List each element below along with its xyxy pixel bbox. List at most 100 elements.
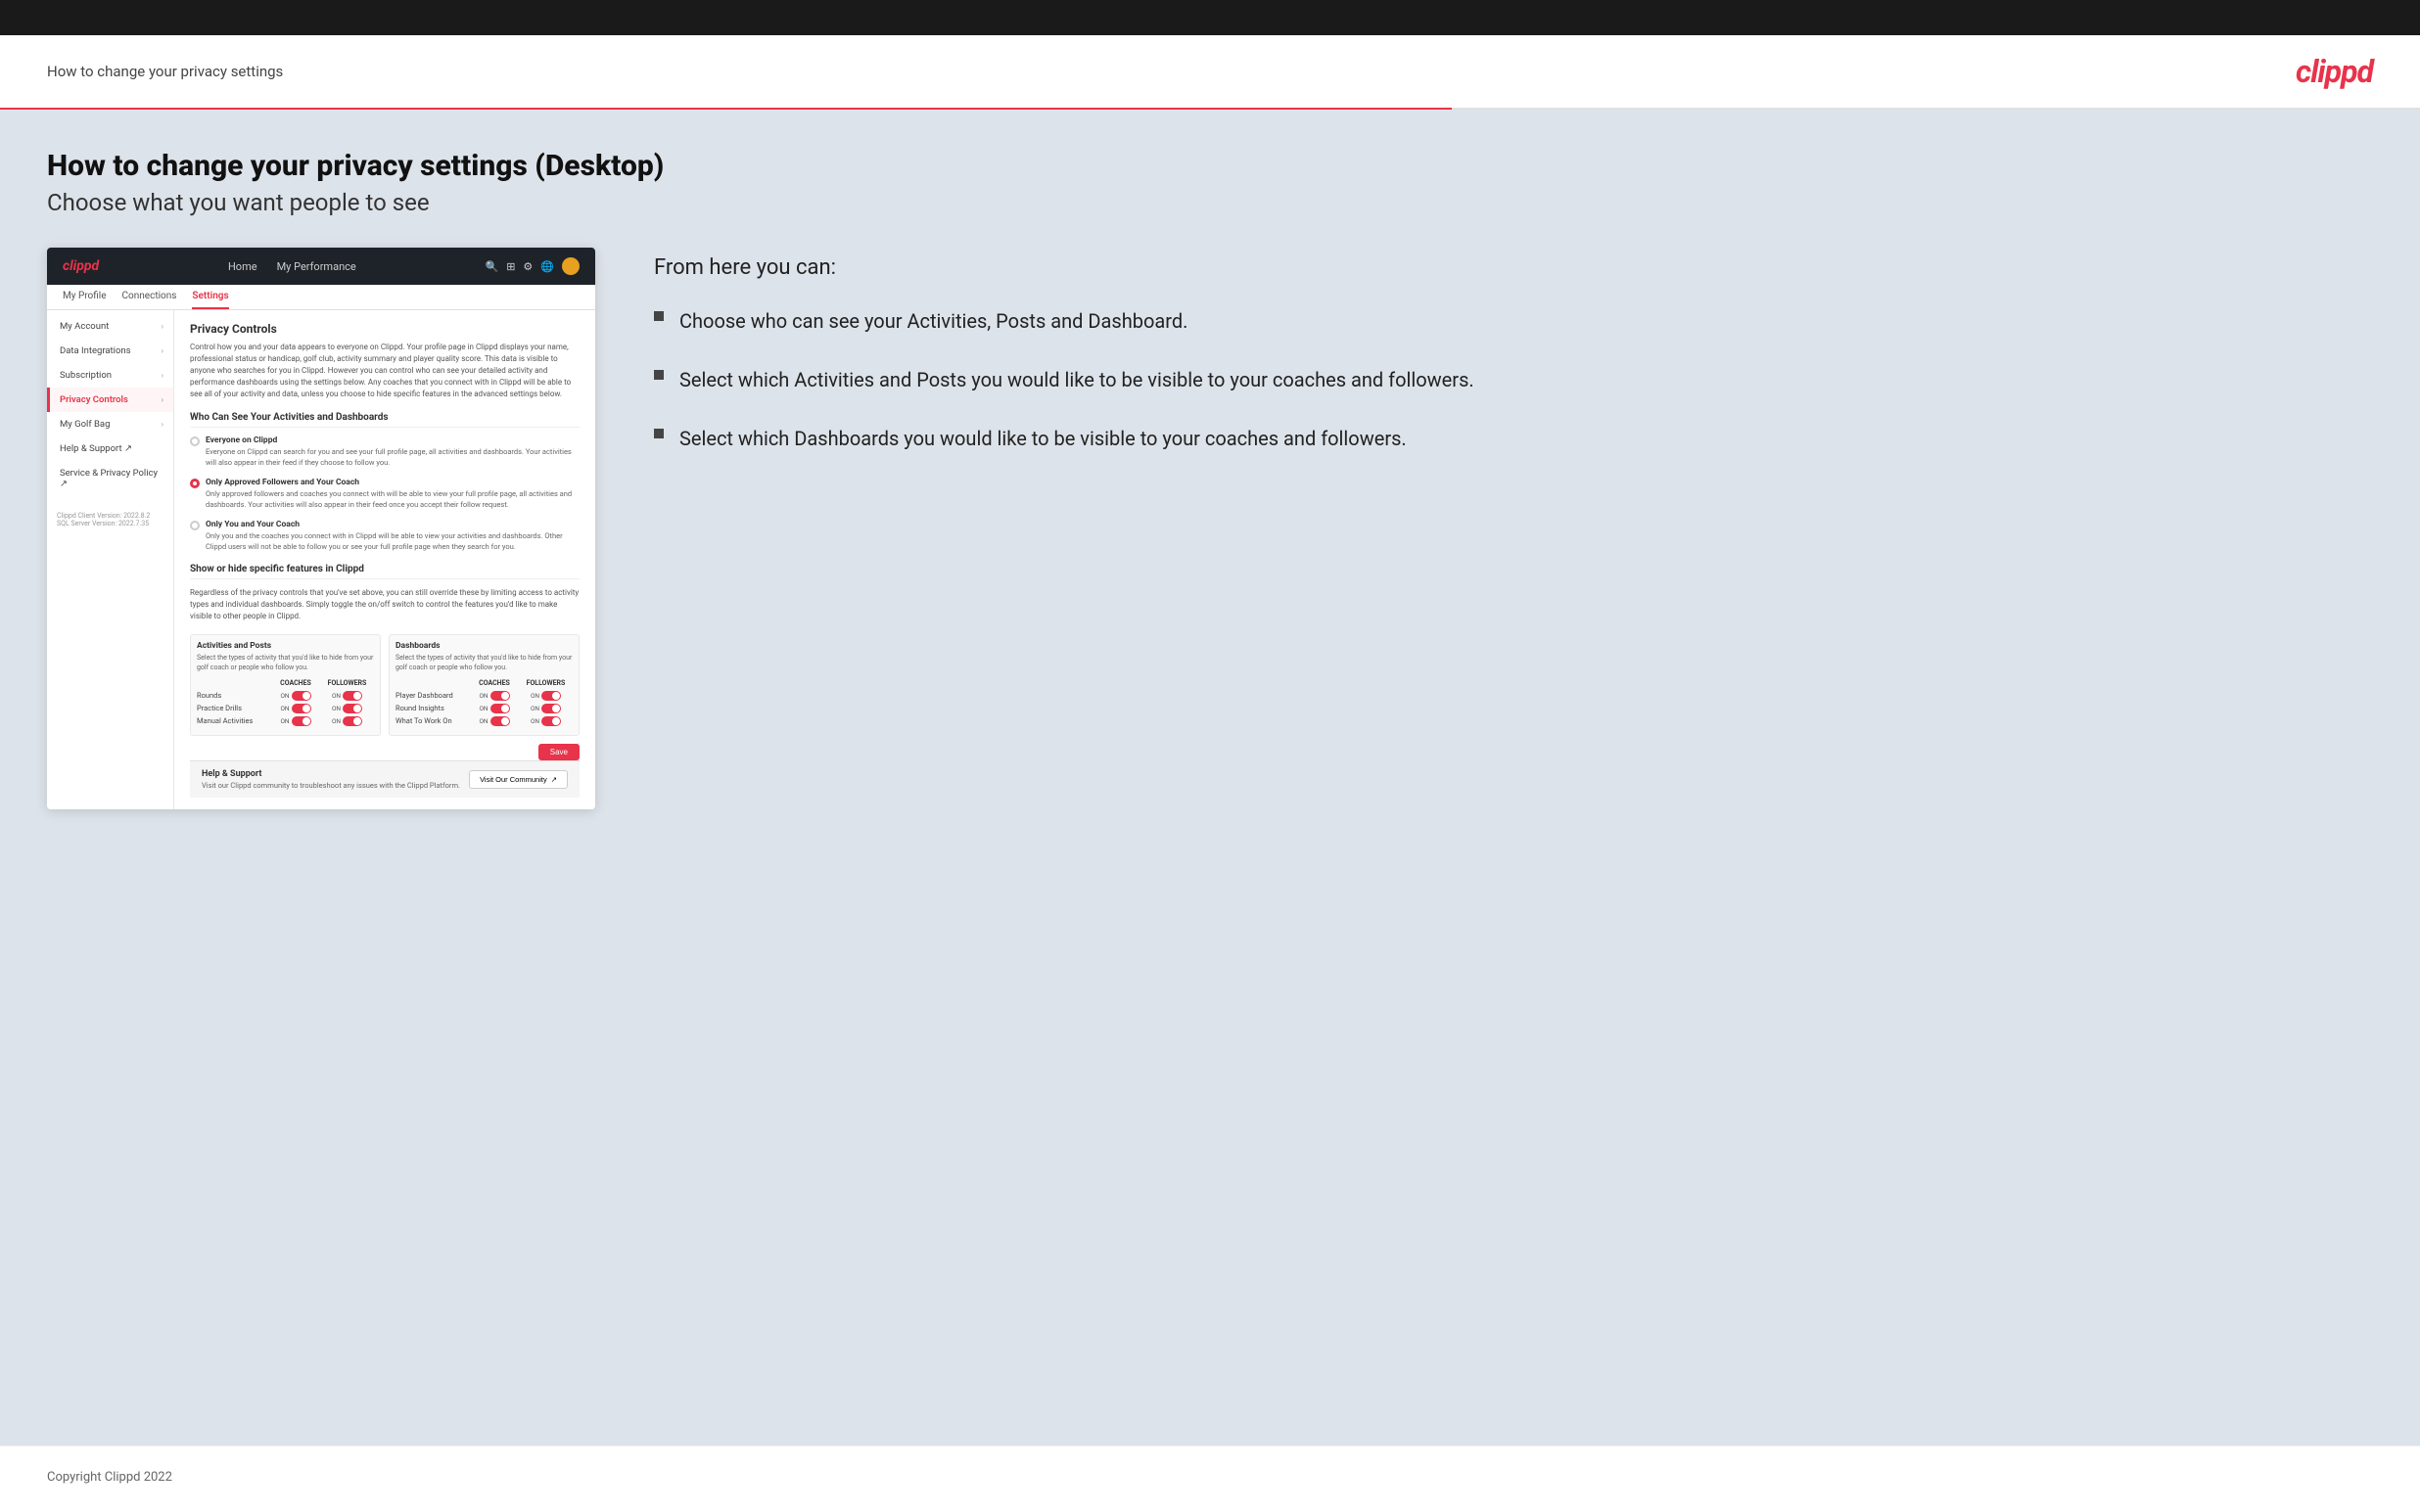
subnav-connections[interactable]: Connections [122,291,177,309]
panel-title: Privacy Controls [190,322,580,336]
rounds-followers-on: ON [332,692,341,700]
drills-coaches-on: ON [280,705,289,712]
info-panel: From here you can: Choose who can see yo… [654,248,2373,452]
nav-home[interactable]: Home [228,260,257,273]
rounds-label: Rounds [197,691,271,700]
radio-everyone-content: Everyone on Clippd Everyone on Clippd ca… [206,435,580,468]
settings-icon[interactable]: ⚙ [523,260,533,273]
bullet-square-1 [654,311,664,321]
work-coaches-toggle[interactable]: ON [470,716,519,726]
radio-everyone-desc: Everyone on Clippd can search for you an… [206,447,580,468]
work-followers-pill [541,716,561,726]
player-followers-toggle[interactable]: ON [519,691,573,701]
help-desc: Visit our Clippd community to troublesho… [202,781,460,790]
app-logo: clippd [63,258,99,274]
search-icon[interactable]: 🔍 [486,260,499,273]
drills-followers-on: ON [332,705,341,712]
sidebar-golf-bag[interactable]: My Golf Bag › [47,412,173,436]
app-sidebar: My Account › Data Integrations › Subscri… [47,310,174,809]
drills-followers-toggle[interactable]: ON [320,704,374,713]
grid-icon[interactable]: ⊞ [506,260,515,273]
bullet-text-3: Select which Dashboards you would like t… [679,425,1407,452]
sidebar-subscription[interactable]: Subscription › [47,363,173,388]
rounds-followers-toggle[interactable]: ON [320,691,374,701]
app-body: My Account › Data Integrations › Subscri… [47,310,595,809]
app-nav-icons: 🔍 ⊞ ⚙ 🌐 [486,257,581,275]
activities-panel-desc: Select the types of activity that you'd … [197,654,374,673]
visit-community-button[interactable]: Visit Our Community ↗ [469,770,568,789]
player-coaches-pill [490,691,510,701]
avatar[interactable] [562,257,580,275]
show-hide-title: Show or hide specific features in Clippd [190,564,580,579]
rounds-coaches-on: ON [280,692,289,700]
globe-icon[interactable]: 🌐 [540,260,554,273]
insights-followers-pill [541,704,561,713]
manual-coaches-pill [292,716,311,726]
sidebar-data-integrations[interactable]: Data Integrations › [47,339,173,363]
show-hide-section: Show or hide specific features in Clippd… [190,564,580,760]
rounds-coaches-toggle[interactable]: ON [271,691,320,701]
player-coaches-toggle[interactable]: ON [470,691,519,701]
insights-followers-toggle[interactable]: ON [519,704,573,713]
player-followers-on: ON [531,692,539,700]
dashboards-coaches-label: COACHES [470,679,519,687]
radio-followers-desc: Only approved followers and coaches you … [206,489,580,510]
panel-desc: Control how you and your data appears to… [190,342,580,400]
sidebar-service-privacy[interactable]: Service & Privacy Policy ↗ [47,461,173,496]
screenshot-container: clippd Home My Performance 🔍 ⊞ ⚙ 🌐 My Pr… [47,248,595,809]
top-bar [0,0,2420,35]
manual-followers-pill [343,716,362,726]
drills-followers-pill [343,704,362,713]
bullet-square-2 [654,370,664,380]
page-subheading: Choose what you want people to see [47,189,2373,216]
app-main-panel: Privacy Controls Control how you and you… [174,310,595,809]
chevron-icon: › [162,420,163,429]
sidebar-privacy-controls[interactable]: Privacy Controls › [47,388,173,412]
manual-followers-toggle[interactable]: ON [320,716,374,726]
sidebar-my-account[interactable]: My Account › [47,314,173,339]
save-button[interactable]: Save [538,744,580,760]
insights-coaches-toggle[interactable]: ON [470,704,519,713]
activities-followers-label: FOLLOWERS [320,679,374,687]
rounds-coaches-pill [292,691,311,701]
radio-inner [193,481,197,485]
radio-circle-you [190,521,200,530]
content-row: clippd Home My Performance 🔍 ⊞ ⚙ 🌐 My Pr… [47,248,2373,809]
chevron-icon: › [162,371,163,380]
footer: Copyright Clippd 2022 [0,1445,2420,1504]
sidebar-help-support-label: Help & Support ↗ [60,443,132,454]
radio-only-you[interactable]: Only You and Your Coach Only you and the… [190,520,580,552]
toggle-player-dashboard: Player Dashboard ON ON [396,691,573,701]
activities-header-row: COACHES FOLLOWERS [197,679,374,687]
player-coaches-on: ON [479,692,488,700]
help-section: Help & Support Visit our Clippd communit… [190,760,580,798]
sidebar-subscription-label: Subscription [60,370,112,381]
activities-posts-panel: Activities and Posts Select the types of… [190,634,381,736]
sidebar-help-support[interactable]: Help & Support ↗ [47,436,173,461]
show-hide-desc: Regardless of the privacy controls that … [190,587,580,622]
toggle-round-insights: Round Insights ON ON [396,704,573,713]
radio-everyone[interactable]: Everyone on Clippd Everyone on Clippd ca… [190,435,580,468]
dashboards-header-row: COACHES FOLLOWERS [396,679,573,687]
bullet-text-2: Select which Activities and Posts you wo… [679,366,1474,393]
rounds-followers-pill [343,691,362,701]
subnav-profile[interactable]: My Profile [63,291,107,309]
work-coaches-pill [490,716,510,726]
external-link-icon: ↗ [551,775,557,784]
sidebar-privacy-controls-label: Privacy Controls [60,394,128,405]
sidebar-version: Clippd Client Version: 2022.8.2SQL Serve… [47,504,173,535]
nav-performance[interactable]: My Performance [277,260,356,273]
player-followers-pill [541,691,561,701]
radio-followers-coach[interactable]: Only Approved Followers and Your Coach O… [190,478,580,510]
toggle-rounds: Rounds ON ON [197,691,374,701]
drills-coaches-toggle[interactable]: ON [271,704,320,713]
work-followers-toggle[interactable]: ON [519,716,573,726]
manual-coaches-toggle[interactable]: ON [271,716,320,726]
subnav-settings[interactable]: Settings [192,291,228,309]
insights-coaches-pill [490,704,510,713]
bullet-text-1: Choose who can see your Activities, Post… [679,307,1187,335]
bullet-square-3 [654,429,664,438]
main-content: How to change your privacy settings (Des… [0,110,2420,1445]
save-row: Save [190,744,580,760]
drills-coaches-pill [292,704,311,713]
